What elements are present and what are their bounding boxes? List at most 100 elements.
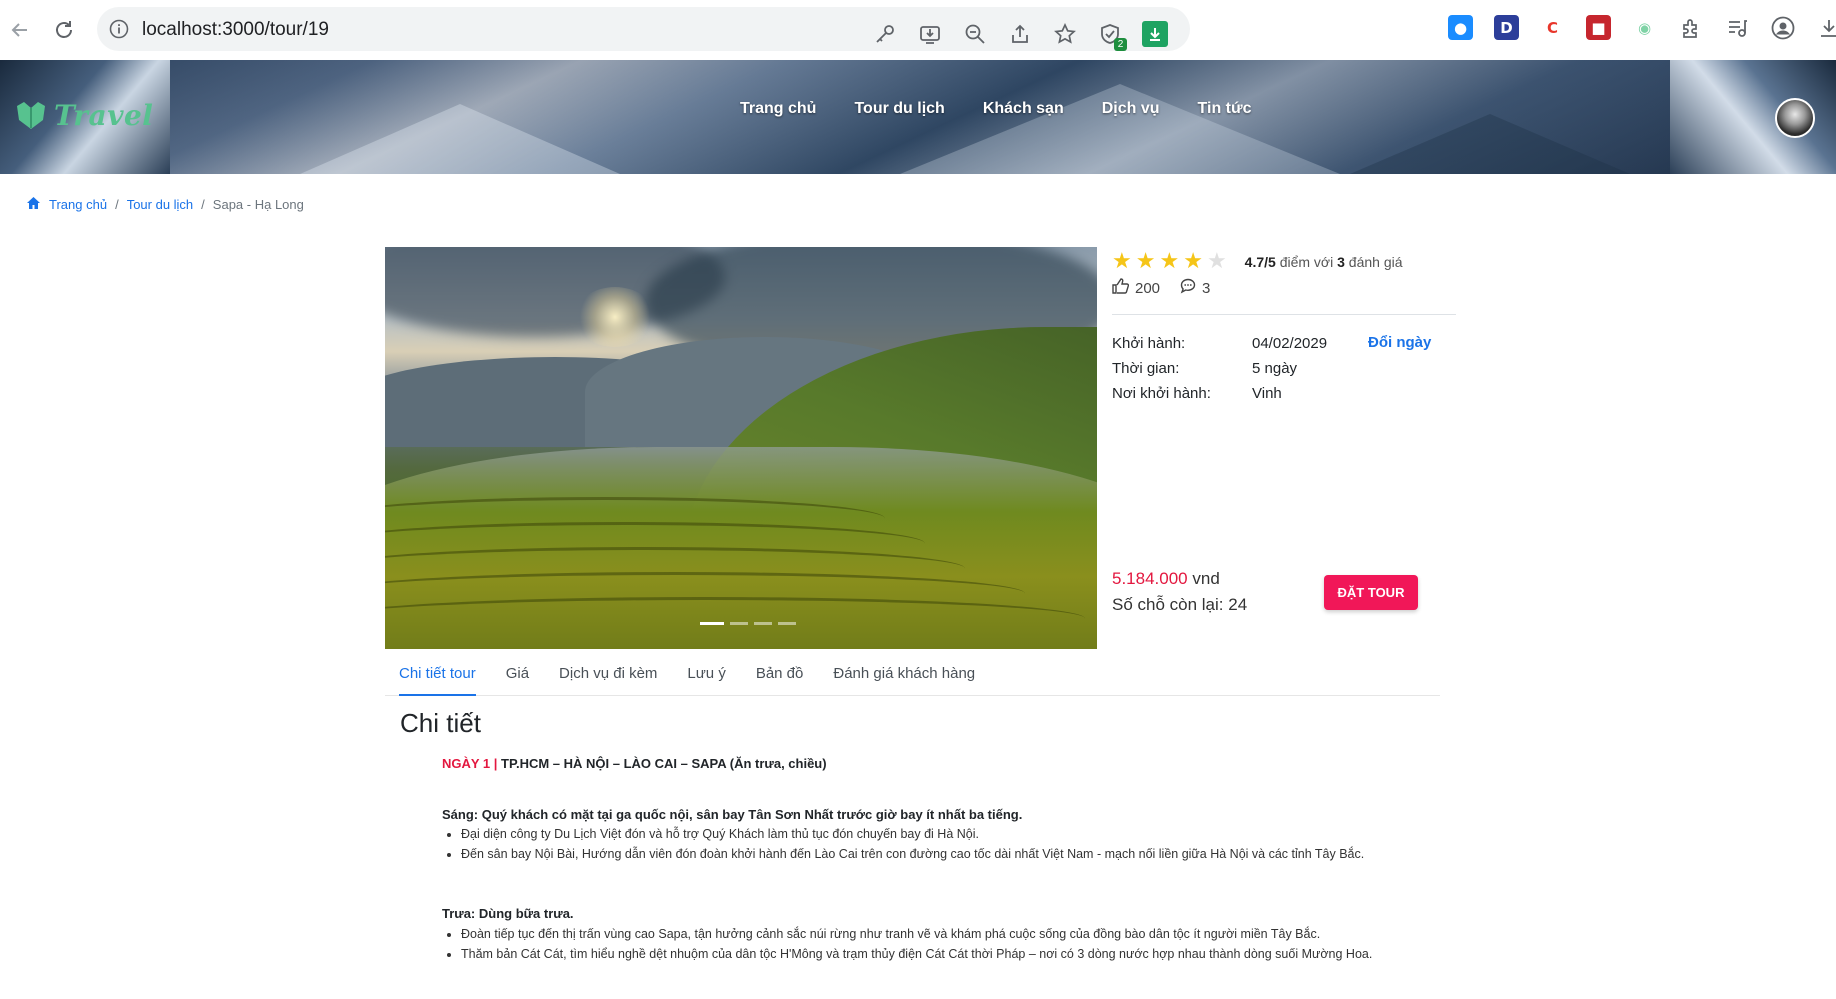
tab-map[interactable]: Bản đồ <box>742 655 818 695</box>
logo-leaf-icon <box>17 102 45 129</box>
tab-notes[interactable]: Lưu ý <box>673 655 739 695</box>
url-text[interactable]: localhost:3000/tour/19 <box>142 19 329 41</box>
c-icon[interactable]: C <box>1540 15 1565 40</box>
dashlane-icon[interactable]: D <box>1494 15 1519 40</box>
comment-icon[interactable] <box>1180 278 1196 298</box>
list-item: Đại diện công ty Du Lịch Việt đón và hỗ … <box>461 824 1364 844</box>
site-logo[interactable]: Travel <box>14 98 153 132</box>
star-icon: ★ <box>1159 249 1180 274</box>
circle-ext-icon[interactable]: ◉ <box>1632 15 1657 40</box>
breadcrumb-home[interactable]: Trang chủ <box>49 197 107 212</box>
reload-icon[interactable] <box>50 16 78 44</box>
origin-value: Vinh <box>1252 385 1282 402</box>
back-icon[interactable] <box>6 16 34 44</box>
rating-count: 3 <box>1337 254 1345 270</box>
rating-end: đánh giá <box>1344 254 1403 270</box>
morning-heading: Sáng: Quý khách có mặt tại ga quốc nội, … <box>442 807 1023 822</box>
raindrop-icon[interactable]: ● <box>1448 15 1473 40</box>
comment-count: 3 <box>1202 279 1211 297</box>
divider <box>1112 314 1456 315</box>
nav-home[interactable]: Trang chủ <box>740 100 816 118</box>
star-icon: ★ <box>1135 249 1156 274</box>
browser-toolbar: localhost:3000/tour/19 2 ● D C ■ ◉ <box>0 0 1836 61</box>
carousel-indicators <box>700 622 796 625</box>
carousel-indicator[interactable] <box>730 622 748 625</box>
reading-list-icon[interactable] <box>1724 15 1749 40</box>
breadcrumb-current: Sapa - Hạ Long <box>212 197 304 212</box>
rating-mid: điểm với <box>1275 254 1338 270</box>
rating-stars: ★ ★ ★ ★ ★ <box>1112 251 1227 273</box>
install-icon[interactable] <box>917 21 943 47</box>
bookmark-star-icon[interactable] <box>1052 21 1078 47</box>
section-title: Chi tiết <box>400 708 481 738</box>
download-extension-icon[interactable] <box>1142 21 1168 47</box>
departure-label: Khởi hành: <box>1112 335 1186 352</box>
list-item: Đoàn tiếp tục đến thị trấn vùng cao Sapa… <box>461 924 1372 944</box>
departure-value: 04/02/2029 <box>1252 335 1328 352</box>
puzzle-red-icon[interactable]: ■ <box>1586 15 1611 40</box>
nav-hotels[interactable]: Khách sạn <box>983 100 1064 118</box>
noon-list: Đoàn tiếp tục đến thị trấn vùng cao Sapa… <box>442 924 1372 964</box>
address-bar[interactable]: localhost:3000/tour/19 2 <box>97 7 1190 51</box>
rating-summary: 4.7/5 điểm với 3 đánh giá <box>1245 254 1403 270</box>
site-header: Travel Trang chủ Tour du lịch Khách sạn … <box>0 60 1836 174</box>
day-heading: NGÀY 1 | TP.HCM – HÀ NỘI – LÀO CAI – SAP… <box>442 756 827 771</box>
breadcrumb-separator: / <box>201 197 205 212</box>
like-count: 200 <box>1135 279 1161 297</box>
origin-label: Nơi khởi hành: <box>1112 385 1211 402</box>
book-tour-button[interactable]: ĐẶT TOUR <box>1324 575 1418 610</box>
price: 5.184.000 vnd <box>1112 569 1220 589</box>
download-icon[interactable] <box>1816 15 1836 40</box>
mountain-peak <box>900 84 1340 174</box>
noon-heading: Trưa: Dùng bữa trưa. <box>442 906 574 921</box>
star-icon: ★ <box>1112 249 1132 274</box>
carousel-indicator[interactable] <box>754 622 772 625</box>
day-label: NGÀY 1 | <box>442 756 502 771</box>
tour-image-carousel[interactable] <box>385 247 1097 649</box>
breadcrumb-tours[interactable]: Tour du lịch <box>127 197 193 212</box>
star-icon: ★ <box>1183 249 1203 274</box>
price-amount: 5.184.000 <box>1112 569 1188 588</box>
morning-list: Đại diện công ty Du Lịch Việt đón và hỗ … <box>442 824 1364 864</box>
duration-value: 5 ngày <box>1252 360 1298 377</box>
duration-label: Thời gian: <box>1112 360 1180 377</box>
tour-tabs: Chi tiết tour Giá Dịch vụ đi kèm Lưu ý B… <box>385 655 1440 696</box>
logo-text: Travel <box>54 98 154 132</box>
avatar[interactable] <box>1775 98 1815 138</box>
breadcrumb: Trang chủ / Tour du lịch / Sapa - Hạ Lon… <box>26 196 304 213</box>
nav-news[interactable]: Tin tức <box>1198 100 1252 118</box>
day-title: TP.HCM – HÀ NỘI – LÀO CAI – SAPA (Ăn trư… <box>501 756 827 771</box>
carousel-indicator[interactable] <box>778 622 796 625</box>
star-icon: ★ <box>1206 249 1227 274</box>
profile-icon[interactable] <box>1770 15 1795 40</box>
tab-price[interactable]: Giá <box>492 655 543 695</box>
change-date-link[interactable]: Đổi ngày <box>1368 334 1431 351</box>
extensions-icon[interactable] <box>1678 15 1703 40</box>
rating-score: 4.7/5 <box>1244 254 1276 270</box>
carousel-indicator[interactable] <box>700 622 724 625</box>
like-icon[interactable] <box>1112 278 1130 298</box>
mountain-peak <box>1350 114 1630 174</box>
main-nav: Trang chủ Tour du lịch Khách sạn Dịch vụ… <box>740 100 1252 118</box>
home-icon[interactable] <box>26 196 41 213</box>
tab-services[interactable]: Dịch vụ đi kèm <box>545 655 671 695</box>
extension-check-icon[interactable]: 2 <box>1097 21 1127 51</box>
share-icon[interactable] <box>1007 21 1033 47</box>
tour-info-panel: ★ ★ ★ ★ ★ 4.7/5 điểm với 3 đánh giá 200 … <box>1112 247 1456 649</box>
seats-remaining: Số chỗ còn lại: 24 <box>1112 595 1248 614</box>
rating-row: ★ ★ ★ ★ ★ 4.7/5 điểm với 3 đánh giá <box>1112 251 1403 273</box>
list-item: Thăm bản Cát Cát, tìm hiểu nghề dệt nhuộ… <box>461 944 1372 964</box>
list-item: Đến sân bay Nội Bài, Hướng dẫn viên đón … <box>461 844 1364 864</box>
nav-services[interactable]: Dịch vụ <box>1102 100 1160 118</box>
info-icon[interactable] <box>109 19 129 39</box>
mountain-peak <box>300 104 620 174</box>
tab-details[interactable]: Chi tiết tour <box>385 655 490 696</box>
sun-glow <box>575 287 655 347</box>
tab-reviews[interactable]: Đánh giá khách hàng <box>819 655 989 695</box>
extension-badge: 2 <box>1114 38 1127 51</box>
key-icon[interactable] <box>872 21 898 47</box>
nav-tours[interactable]: Tour du lịch <box>854 100 944 118</box>
engagement-row: 200 3 <box>1112 278 1210 298</box>
price-unit: vnd <box>1187 569 1220 588</box>
zoom-out-icon[interactable] <box>962 21 988 47</box>
